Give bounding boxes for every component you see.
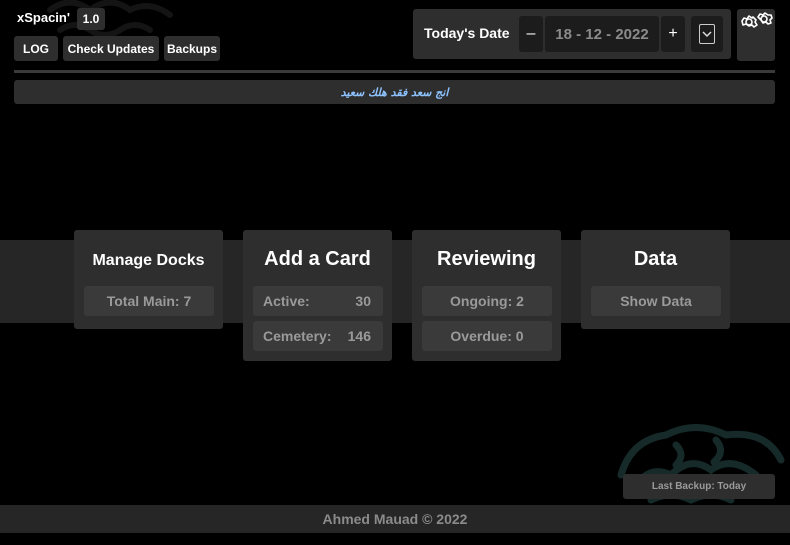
quote-banner: انج سعد فقد هلك سعيد (14, 80, 775, 104)
card-title: Add a Card (264, 248, 371, 270)
active-label: Active: (263, 293, 310, 309)
date-increment-button[interactable]: + (661, 16, 685, 52)
date-label: Today's Date (424, 25, 510, 41)
reviewing-card[interactable]: Reviewing Ongoing: 2 Overdue: 0 (412, 230, 561, 361)
backups-button[interactable]: Backups (164, 36, 220, 61)
check-updates-button[interactable]: Check Updates (63, 36, 159, 61)
card-title: Reviewing (437, 248, 536, 270)
last-backup-status: Last Backup: Today (623, 474, 775, 499)
dropdown-box (699, 24, 715, 44)
date-input[interactable]: 18 - 12 - 2022 (545, 16, 659, 52)
cemetery-value: 146 (347, 328, 371, 344)
gears-icon (741, 12, 773, 28)
card-title: Data (633, 248, 678, 270)
active-value: 30 (355, 293, 371, 309)
date-dropdown-button[interactable] (691, 16, 723, 52)
chevron-down-icon (702, 30, 712, 37)
header-divider (14, 70, 775, 73)
add-card-card[interactable]: Add a Card Active: 30 Cemetery: 146 (243, 230, 392, 361)
ongoing-stat[interactable]: Ongoing: 2 (422, 286, 552, 316)
cemetery-stat[interactable]: Cemetery: 146 (253, 321, 383, 351)
overdue-stat[interactable]: Overdue: 0 (422, 321, 552, 351)
log-button[interactable]: LOG (14, 36, 58, 61)
app-title: xSpacin' (17, 10, 70, 25)
active-stat[interactable]: Active: 30 (253, 286, 383, 316)
total-main-stat[interactable]: Total Main: 7 (84, 286, 214, 316)
brain-watermark-icon (617, 424, 785, 504)
footer-copyright: Ahmed Mauad © 2022 (0, 505, 790, 533)
data-card[interactable]: Data Show Data (581, 230, 730, 329)
manage-docks-card[interactable]: Manage Docks Total Main: 7 (74, 230, 223, 329)
settings-button[interactable] (737, 9, 775, 61)
show-data-button[interactable]: Show Data (591, 286, 721, 316)
version-badge: 1.0 (77, 8, 105, 30)
cemetery-label: Cemetery: (263, 328, 332, 344)
date-decrement-button[interactable]: – (519, 16, 543, 52)
card-title: Manage Docks (92, 252, 205, 269)
